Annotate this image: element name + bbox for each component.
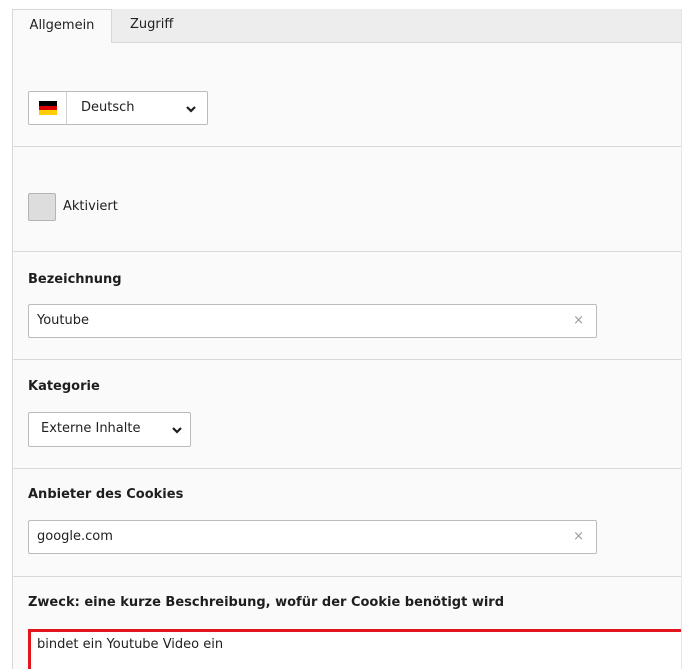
tab-allgemein[interactable]: Allgemein [12, 9, 112, 44]
purpose-textarea[interactable]: bindet ein Youtube Video ein [28, 629, 682, 669]
clear-icon[interactable]: × [573, 305, 584, 337]
category-field-label: Kategorie [28, 379, 100, 394]
clear-icon[interactable]: × [573, 521, 584, 553]
activated-checkbox-label: Aktiviert [63, 199, 118, 214]
provider-input-value: google.com [37, 529, 113, 544]
tab-bar: Allgemein Zugriff [12, 9, 682, 44]
purpose-field-label: Zweck: eine kurze Beschreibung, wofür de… [28, 595, 505, 610]
provider-input[interactable]: google.com × [28, 520, 597, 554]
germany-flag-icon [39, 101, 57, 115]
category-select[interactable]: Externe Inhalte [28, 412, 191, 447]
section-divider [13, 576, 682, 577]
section-divider [13, 359, 682, 360]
section-divider [13, 146, 682, 147]
flag-container [29, 92, 67, 124]
form-panel: Deutsch Aktiviert Bezeichnung Youtube × … [12, 43, 682, 669]
category-select-value: Externe Inhalte [41, 421, 141, 436]
name-input[interactable]: Youtube × [28, 304, 597, 338]
name-field-label: Bezeichnung [28, 272, 122, 287]
section-divider [13, 251, 682, 252]
purpose-textarea-value: bindet ein Youtube Video ein [37, 637, 224, 652]
provider-field-label: Anbieter des Cookies [28, 487, 184, 502]
activated-checkbox[interactable] [28, 193, 56, 221]
language-select[interactable]: Deutsch [28, 91, 208, 125]
language-select-value: Deutsch [81, 100, 135, 115]
name-input-value: Youtube [37, 313, 89, 328]
section-divider [13, 468, 682, 469]
tab-zugriff[interactable]: Zugriff [130, 9, 173, 43]
chevron-down-icon [185, 103, 197, 115]
chevron-down-icon [171, 424, 183, 436]
